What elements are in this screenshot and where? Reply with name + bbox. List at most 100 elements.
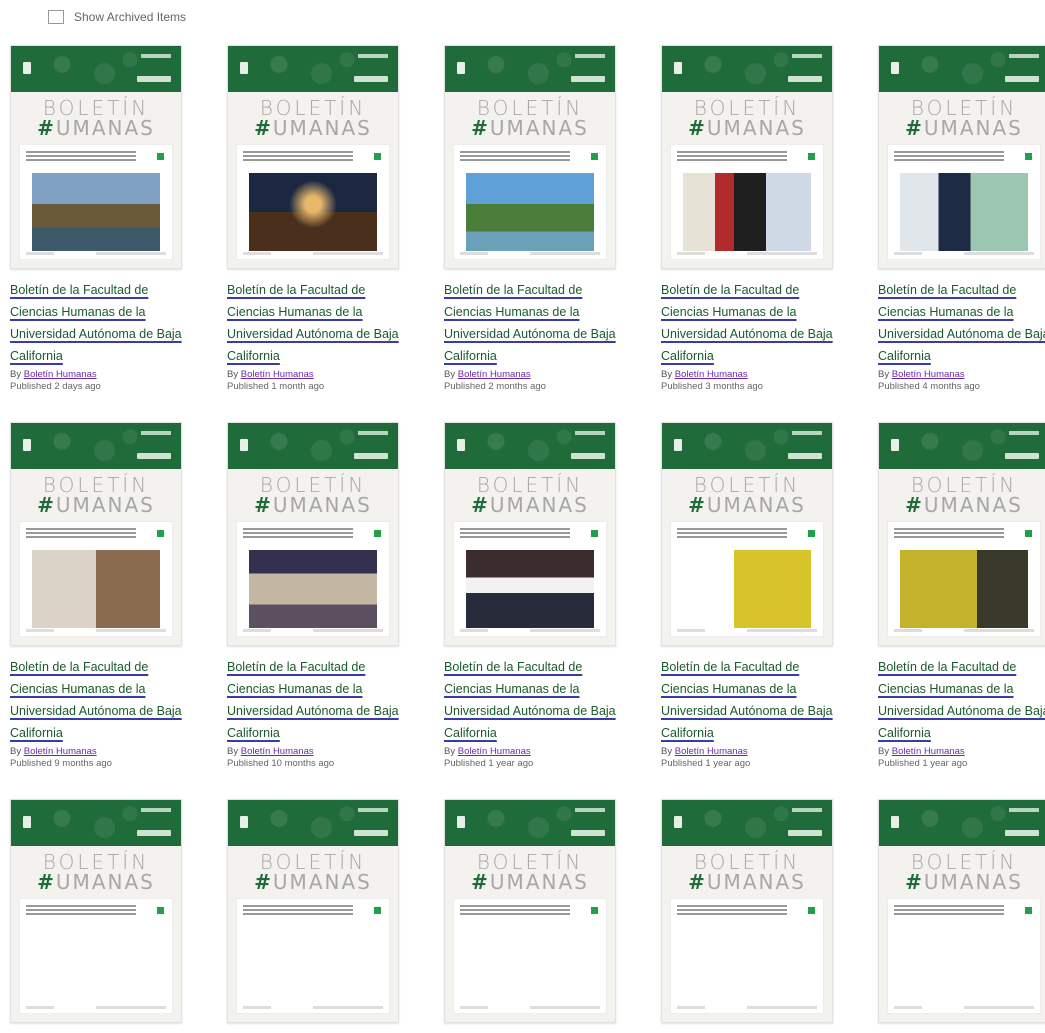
publication-cover[interactable]: BOLETÍN #UMANAS <box>661 799 833 1023</box>
author-link[interactable]: Boletín Humanas <box>675 369 748 380</box>
by-label: By <box>661 746 673 757</box>
cover-article-panel <box>19 144 173 260</box>
cover-footer <box>677 629 817 632</box>
author-link[interactable]: Boletín Humanas <box>241 746 314 757</box>
publication-grid: BOLETÍN #UMANAS Boletín de la Facultad d… <box>10 45 1045 1033</box>
masthead-hash: # <box>471 116 490 140</box>
cover-headline <box>243 905 353 915</box>
publication-card[interactable]: BOLETÍN #UMANAS Boletín de la Facultad d… <box>444 422 616 769</box>
cover-footer <box>26 1006 166 1009</box>
author-link[interactable]: Boletín Humanas <box>675 746 748 757</box>
publication-card[interactable]: BOLETÍN #UMANAS <box>444 799 616 1033</box>
publication-card[interactable]: BOLETÍN #UMANAS Boletín de la Facultad d… <box>444 45 616 392</box>
publication-cover[interactable]: BOLETÍN #UMANAS <box>10 45 182 269</box>
cover-photo <box>900 927 1028 1005</box>
faculty-logo-icon <box>1005 830 1039 836</box>
publication-cover[interactable]: BOLETÍN #UMANAS <box>878 45 1045 269</box>
masthead-rest: UMANAS <box>923 493 1023 517</box>
cover-footer <box>677 252 817 255</box>
cover-header-band <box>445 800 615 846</box>
university-logo-icon <box>891 816 899 828</box>
publication-card[interactable]: BOLETÍN #UMANAS <box>10 799 182 1033</box>
publication-card[interactable]: BOLETÍN #UMANAS <box>661 799 833 1033</box>
masthead-line1: BOLETÍN <box>476 473 584 497</box>
publication-cover[interactable]: BOLETÍN #UMANAS <box>444 45 616 269</box>
cover-masthead: BOLETÍN #UMANAS <box>662 852 832 892</box>
cover-headline <box>243 151 353 161</box>
publication-card[interactable]: BOLETÍN #UMANAS Boletín de la Facultad d… <box>10 422 182 769</box>
cover-header-band <box>879 800 1045 846</box>
masthead-rest: UMANAS <box>55 870 155 894</box>
cover-header-text <box>358 808 388 812</box>
masthead-rest: UMANAS <box>489 116 589 140</box>
author-link[interactable]: Boletín Humanas <box>24 369 97 380</box>
publication-cover[interactable]: BOLETÍN #UMANAS <box>227 799 399 1023</box>
publication-byline: By Boletín Humanas <box>878 746 1045 757</box>
cover-masthead: BOLETÍN #UMANAS <box>445 475 615 515</box>
publication-cover[interactable]: BOLETÍN #UMANAS <box>661 45 833 269</box>
masthead-hash: # <box>37 870 56 894</box>
publication-title-link[interactable]: Boletín de la Facultad de Ciencias Human… <box>227 656 399 744</box>
author-link[interactable]: Boletín Humanas <box>892 746 965 757</box>
university-logo-icon <box>674 62 682 74</box>
publication-card[interactable]: BOLETÍN #UMANAS Boletín de la Facultad d… <box>227 422 399 769</box>
cover-header-band <box>228 800 398 846</box>
author-link[interactable]: Boletín Humanas <box>458 369 531 380</box>
publication-title-link[interactable]: Boletín de la Facultad de Ciencias Human… <box>878 279 1045 367</box>
cover-header-band <box>11 423 181 469</box>
cover-photo <box>32 927 160 1005</box>
publication-card[interactable]: BOLETÍN #UMANAS Boletín de la Facultad d… <box>878 422 1045 769</box>
show-archived-toggle[interactable]: Show Archived Items <box>48 10 186 24</box>
cover-header-band <box>445 46 615 92</box>
cover-header-band <box>228 423 398 469</box>
green-marker-icon <box>591 153 598 160</box>
cover-header-text <box>792 54 822 58</box>
faculty-logo-icon <box>571 830 605 836</box>
masthead-rest: UMANAS <box>272 116 372 140</box>
author-link[interactable]: Boletín Humanas <box>458 746 531 757</box>
publication-cover[interactable]: BOLETÍN #UMANAS <box>227 422 399 646</box>
publication-cover[interactable]: BOLETÍN #UMANAS <box>10 422 182 646</box>
show-archived-checkbox[interactable] <box>48 10 64 24</box>
masthead-line2: #UMANAS <box>662 495 832 515</box>
publication-title-link[interactable]: Boletín de la Facultad de Ciencias Human… <box>444 656 616 744</box>
publication-title-link[interactable]: Boletín de la Facultad de Ciencias Human… <box>227 279 399 367</box>
publication-card[interactable]: BOLETÍN #UMANAS <box>227 799 399 1033</box>
cover-photo <box>466 550 594 628</box>
publication-cover[interactable]: BOLETÍN #UMANAS <box>878 422 1045 646</box>
publication-cover[interactable]: BOLETÍN #UMANAS <box>227 45 399 269</box>
publication-cover[interactable]: BOLETÍN #UMANAS <box>878 799 1045 1023</box>
author-link[interactable]: Boletín Humanas <box>24 746 97 757</box>
publication-cover[interactable]: BOLETÍN #UMANAS <box>661 422 833 646</box>
publication-card[interactable]: BOLETÍN #UMANAS <box>878 799 1045 1033</box>
cover-masthead: BOLETÍN #UMANAS <box>11 98 181 138</box>
publication-cover[interactable]: BOLETÍN #UMANAS <box>444 422 616 646</box>
green-marker-icon <box>591 907 598 914</box>
publication-title-link[interactable]: Boletín de la Facultad de Ciencias Human… <box>10 279 182 367</box>
publication-title-link[interactable]: Boletín de la Facultad de Ciencias Human… <box>10 656 182 744</box>
publication-cover[interactable]: BOLETÍN #UMANAS <box>10 799 182 1023</box>
publication-title-link[interactable]: Boletín de la Facultad de Ciencias Human… <box>661 279 833 367</box>
publication-cover[interactable]: BOLETÍN #UMANAS <box>444 799 616 1023</box>
masthead-line1: BOLETÍN <box>42 473 150 497</box>
author-link[interactable]: Boletín Humanas <box>241 369 314 380</box>
cover-photo <box>900 173 1028 251</box>
cover-masthead: BOLETÍN #UMANAS <box>879 852 1045 892</box>
publication-title-link[interactable]: Boletín de la Facultad de Ciencias Human… <box>661 656 833 744</box>
publication-card[interactable]: BOLETÍN #UMANAS Boletín de la Facultad d… <box>878 45 1045 392</box>
publication-title-link[interactable]: Boletín de la Facultad de Ciencias Human… <box>444 279 616 367</box>
publication-card[interactable]: BOLETÍN #UMANAS Boletín de la Facultad d… <box>10 45 182 392</box>
show-archived-label: Show Archived Items <box>74 10 187 24</box>
cover-photo <box>32 550 160 628</box>
university-logo-icon <box>23 439 31 451</box>
masthead-hash: # <box>254 870 273 894</box>
masthead-rest: UMANAS <box>272 870 372 894</box>
publication-card[interactable]: BOLETÍN #UMANAS Boletín de la Facultad d… <box>661 422 833 769</box>
author-link[interactable]: Boletín Humanas <box>892 369 965 380</box>
masthead-hash: # <box>688 493 707 517</box>
publication-card[interactable]: BOLETÍN #UMANAS Boletín de la Facultad d… <box>661 45 833 392</box>
green-marker-icon <box>374 907 381 914</box>
university-logo-icon <box>23 816 31 828</box>
publication-card[interactable]: BOLETÍN #UMANAS Boletín de la Facultad d… <box>227 45 399 392</box>
publication-title-link[interactable]: Boletín de la Facultad de Ciencias Human… <box>878 656 1045 744</box>
